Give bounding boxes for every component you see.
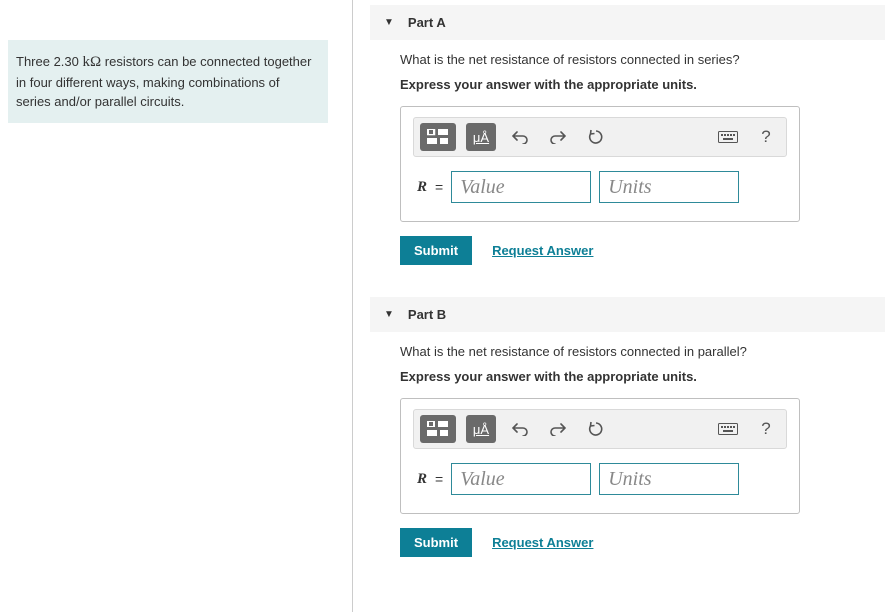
redo-icon[interactable]: [544, 124, 572, 150]
undo-icon[interactable]: [506, 124, 534, 150]
undo-icon[interactable]: [506, 416, 534, 442]
units-input[interactable]: Units: [599, 463, 739, 495]
help-icon[interactable]: ?: [752, 124, 780, 150]
part-b-inputs: R = Value Units: [413, 463, 787, 495]
part-b-answer-frame: μÅ ? R = Value: [400, 398, 800, 514]
part-a-title: Part A: [408, 15, 446, 30]
units-icon[interactable]: μÅ: [466, 123, 496, 151]
submit-button[interactable]: Submit: [400, 528, 472, 557]
variable-label: R: [417, 179, 427, 196]
part-a-body: What is the net resistance of resistors …: [370, 52, 885, 279]
submit-button[interactable]: Submit: [400, 236, 472, 265]
equals-sign: =: [435, 179, 443, 195]
keyboard-icon[interactable]: [714, 416, 742, 442]
part-a-toolbar: μÅ ?: [413, 117, 787, 157]
part-a-question: What is the net resistance of resistors …: [400, 52, 885, 67]
problem-statement: Three 2.30 kΩ resistors can be connected…: [8, 40, 328, 123]
units-icon[interactable]: μÅ: [466, 415, 496, 443]
equals-sign: =: [435, 471, 443, 487]
part-b-header[interactable]: ▼ Part B: [370, 297, 885, 332]
chevron-down-icon: ▼: [384, 309, 394, 320]
template-icon[interactable]: [420, 415, 456, 443]
left-column: Three 2.30 kΩ resistors can be connected…: [0, 0, 350, 612]
unit-kohm: kΩ: [83, 54, 102, 70]
value-input[interactable]: Value: [451, 463, 591, 495]
help-icon[interactable]: ?: [752, 416, 780, 442]
part-b-toolbar: μÅ ?: [413, 409, 787, 449]
request-answer-link[interactable]: Request Answer: [492, 535, 593, 550]
part-b-title: Part B: [408, 307, 446, 322]
value-input[interactable]: Value: [451, 171, 591, 203]
redo-icon[interactable]: [544, 416, 572, 442]
part-a-inputs: R = Value Units: [413, 171, 787, 203]
reset-icon[interactable]: [582, 416, 610, 442]
part-b-body: What is the net resistance of resistors …: [370, 344, 885, 571]
part-b-question: What is the net resistance of resistors …: [400, 344, 885, 359]
part-a-answer-frame: μÅ ? R = Value: [400, 106, 800, 222]
request-answer-link[interactable]: Request Answer: [492, 243, 593, 258]
problem-text-pre: Three 2.30: [16, 54, 83, 69]
part-a-actions: Submit Request Answer: [400, 236, 885, 265]
template-icon[interactable]: [420, 123, 456, 151]
part-a-instruction: Express your answer with the appropriate…: [400, 77, 885, 92]
right-column: ▼ Part A What is the net resistance of r…: [370, 0, 885, 571]
keyboard-icon[interactable]: [714, 124, 742, 150]
units-input[interactable]: Units: [599, 171, 739, 203]
variable-label: R: [417, 471, 427, 488]
part-b-actions: Submit Request Answer: [400, 528, 885, 557]
reset-icon[interactable]: [582, 124, 610, 150]
part-b-instruction: Express your answer with the appropriate…: [400, 369, 885, 384]
vertical-divider: [352, 0, 353, 612]
part-a-header[interactable]: ▼ Part A: [370, 5, 885, 40]
chevron-down-icon: ▼: [384, 17, 394, 28]
